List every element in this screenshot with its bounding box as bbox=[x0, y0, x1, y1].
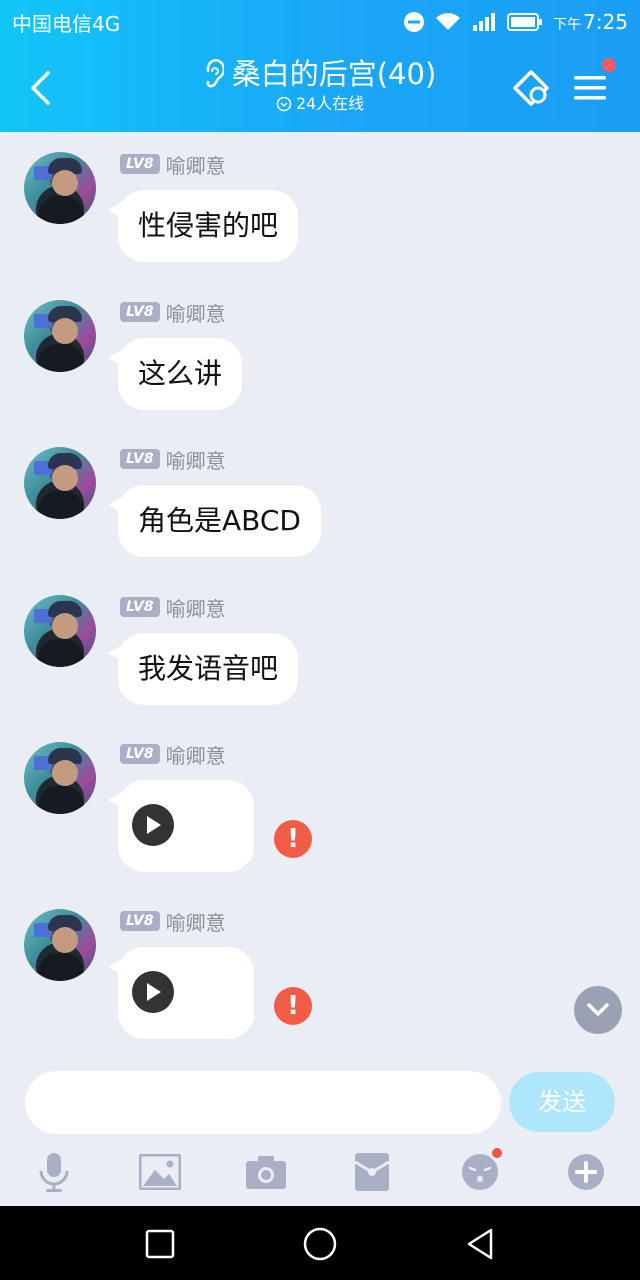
sender-name[interactable]: 喻卿意 bbox=[166, 593, 226, 622]
ticket-icon bbox=[513, 70, 549, 106]
group-title-text: 桑白的后宫(40) bbox=[231, 57, 437, 91]
dnd-icon bbox=[403, 11, 425, 33]
avatar[interactable] bbox=[24, 447, 96, 519]
square-icon bbox=[145, 1229, 175, 1259]
signal-icon bbox=[471, 11, 497, 33]
status-bar: 中国电信4G 下午 7:25 bbox=[0, 0, 640, 44]
battery-icon bbox=[507, 13, 543, 31]
level-badge: LV8 bbox=[120, 597, 160, 617]
emoji-notification-dot bbox=[492, 1148, 502, 1158]
level-badge: LV8 bbox=[120, 154, 160, 174]
play-button[interactable] bbox=[132, 804, 174, 846]
play-icon bbox=[147, 816, 161, 834]
chat-header: 中国电信4G 下午 7:25 桑白的后宫(40) 24人在线 bbox=[0, 0, 640, 132]
message-meta: LV8 喻卿意 bbox=[120, 298, 226, 327]
message-meta: LV8 喻卿意 bbox=[120, 150, 226, 179]
avatar[interactable] bbox=[24, 595, 96, 667]
microphone-icon bbox=[39, 1153, 69, 1192]
group-title: 桑白的后宫(40) bbox=[204, 54, 437, 94]
notification-dot bbox=[602, 58, 616, 72]
chevron-down-icon bbox=[587, 1003, 609, 1016]
triangle-back-icon bbox=[467, 1228, 493, 1260]
back-chevron-icon bbox=[31, 71, 50, 105]
avatar[interactable] bbox=[24, 152, 96, 224]
camera-icon bbox=[246, 1156, 286, 1189]
system-nav-bar bbox=[0, 1206, 640, 1280]
image-button[interactable] bbox=[136, 1148, 184, 1196]
chevron-down-circle-icon bbox=[276, 96, 292, 112]
message-meta: LV8 喻卿意 bbox=[120, 907, 226, 936]
avatar[interactable] bbox=[24, 300, 96, 372]
back-button[interactable] bbox=[20, 66, 60, 110]
composer-toolbar bbox=[0, 1144, 640, 1200]
level-badge: LV8 bbox=[120, 911, 160, 931]
level-badge: LV8 bbox=[120, 449, 160, 469]
status-icons: 下午 7:25 bbox=[403, 8, 628, 36]
message-meta: LV8 喻卿意 bbox=[120, 445, 226, 474]
sender-name[interactable]: 喻卿意 bbox=[166, 907, 226, 936]
send-button[interactable]: 发送 bbox=[509, 1072, 615, 1132]
menu-button[interactable] bbox=[570, 58, 616, 108]
clock-time: 7:25 bbox=[583, 10, 628, 34]
online-count-text: 24人在线 bbox=[295, 94, 365, 113]
menu-icon bbox=[574, 76, 606, 100]
message-bubble[interactable]: 这么讲 bbox=[107, 338, 243, 410]
home-button[interactable] bbox=[300, 1224, 340, 1264]
voice-button[interactable] bbox=[30, 1148, 78, 1196]
sender-name[interactable]: 喻卿意 bbox=[166, 740, 226, 769]
level-badge: LV8 bbox=[120, 302, 160, 322]
send-failed-icon[interactable]: ! bbox=[274, 820, 312, 858]
circle-icon bbox=[303, 1227, 337, 1261]
emoji-icon bbox=[462, 1154, 498, 1190]
ticket-button[interactable] bbox=[506, 66, 556, 110]
emoji-button[interactable] bbox=[456, 1148, 504, 1196]
level-badge: LV8 bbox=[120, 744, 160, 764]
voice-message-bubble[interactable] bbox=[108, 780, 254, 872]
clock: 下午 7:25 bbox=[553, 10, 628, 34]
sender-name[interactable]: 喻卿意 bbox=[166, 445, 226, 474]
back-system-button[interactable] bbox=[460, 1224, 500, 1264]
message-bubble[interactable]: 性侵害的吧 bbox=[107, 190, 299, 262]
carrier-label: 中国电信4G bbox=[12, 12, 121, 36]
send-failed-icon[interactable]: ! bbox=[274, 987, 312, 1025]
red-packet-button[interactable] bbox=[348, 1148, 396, 1196]
play-button[interactable] bbox=[132, 971, 174, 1013]
red-packet-icon bbox=[354, 1153, 390, 1191]
play-icon bbox=[147, 983, 161, 1001]
plus-icon bbox=[568, 1154, 604, 1190]
voice-message-bubble[interactable] bbox=[108, 947, 254, 1039]
more-button[interactable] bbox=[562, 1148, 610, 1196]
wifi-icon bbox=[435, 12, 461, 32]
online-count[interactable]: 24人在线 bbox=[276, 94, 364, 114]
camera-button[interactable] bbox=[242, 1148, 290, 1196]
sender-name[interactable]: 喻卿意 bbox=[166, 150, 226, 179]
ear-icon bbox=[206, 59, 224, 88]
avatar[interactable] bbox=[24, 742, 96, 814]
message-meta: LV8 喻卿意 bbox=[120, 593, 226, 622]
image-icon bbox=[139, 1154, 181, 1190]
avatar[interactable] bbox=[24, 909, 96, 981]
message-bubble[interactable]: 我发语音吧 bbox=[107, 633, 299, 705]
clock-period: 下午 bbox=[553, 17, 582, 33]
recents-button[interactable] bbox=[140, 1224, 180, 1264]
message-meta: LV8 喻卿意 bbox=[120, 740, 226, 769]
title-block[interactable]: 桑白的后宫(40) 24人在线 bbox=[160, 54, 480, 116]
message-bubble[interactable]: 角色是ABCD bbox=[108, 485, 321, 557]
scroll-to-bottom-button[interactable] bbox=[574, 986, 622, 1034]
message-input[interactable] bbox=[25, 1071, 501, 1134]
sender-name[interactable]: 喻卿意 bbox=[166, 298, 226, 327]
